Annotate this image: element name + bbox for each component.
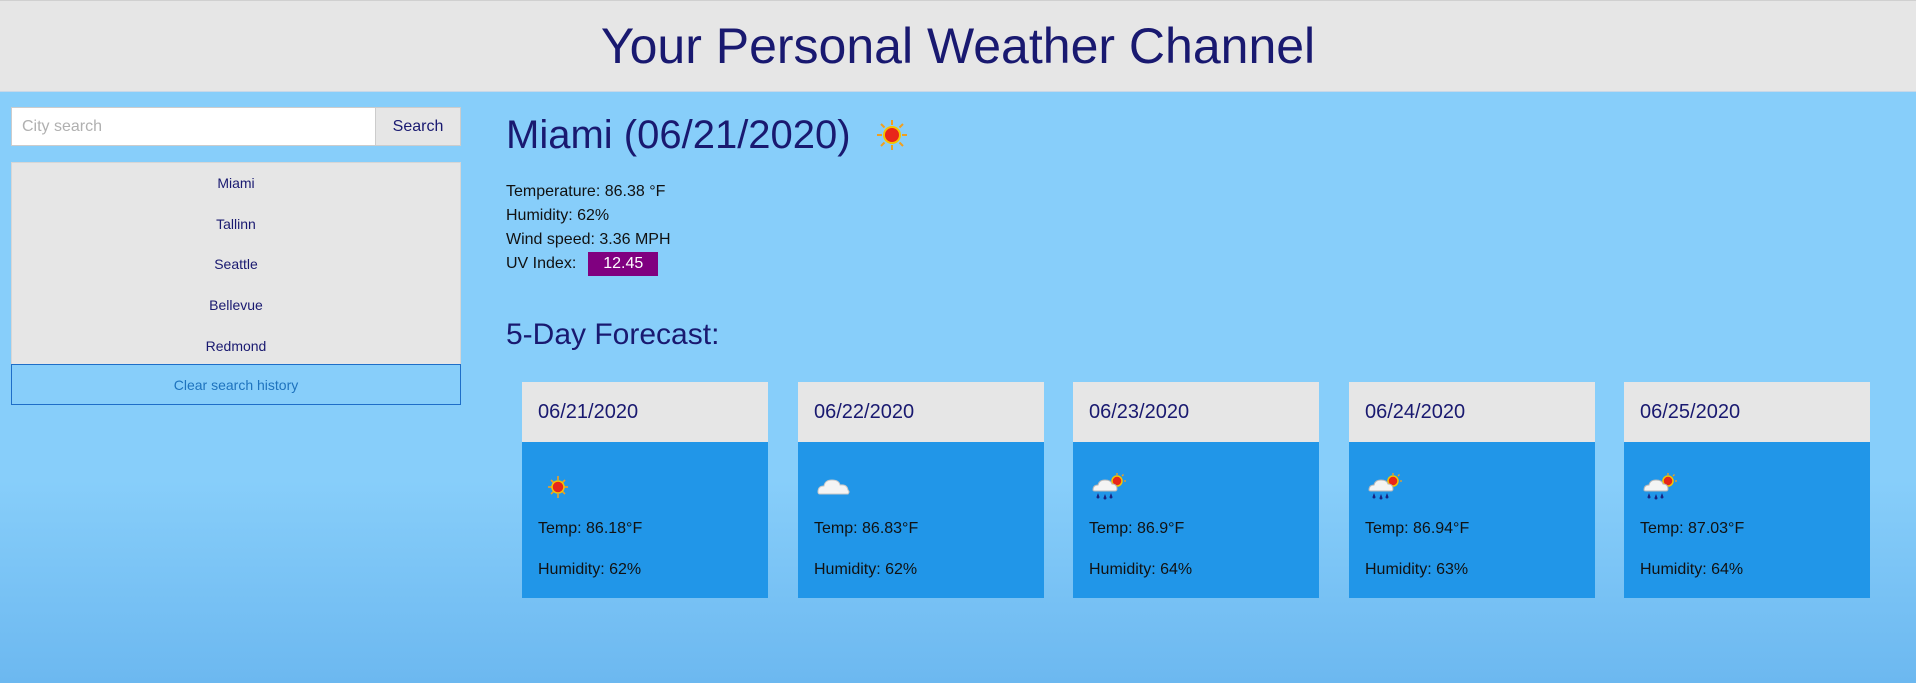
search-button[interactable]: Search <box>375 107 461 146</box>
temperature-text: Temperature: 86.38 °F <box>506 183 666 200</box>
rain-sun-icon <box>1092 473 1126 500</box>
city-heading-row: Miami (06/21/2020) <box>506 110 909 160</box>
forecast-temp: Temp: 86.94°F <box>1365 520 1470 537</box>
forecast-card: 06/22/2020 Temp: 86.83°F Humidity: 62% <box>798 382 1044 598</box>
forecast-humidity: Humidity: 62% <box>814 561 918 578</box>
forecast-date: 06/22/2020 <box>798 382 1044 442</box>
forecast-temp: Temp: 86.83°F <box>814 520 919 537</box>
sun-icon <box>876 120 907 150</box>
history-item-seattle[interactable]: Seattle <box>12 244 460 285</box>
current-details: Temperature: 86.38 °F Humidity: 62% Wind… <box>506 180 909 276</box>
history-item-miami[interactable]: Miami <box>12 163 460 204</box>
cloud-icon <box>817 479 850 495</box>
forecast-humidity: Humidity: 64% <box>1089 561 1193 578</box>
uv-index-row: UV Index: 12.45 <box>506 252 909 276</box>
search-input[interactable] <box>11 107 375 146</box>
forecast-title: 5-Day Forecast: <box>506 318 720 351</box>
forecast-card-body: Temp: 86.83°F Humidity: 62% <box>798 442 1044 598</box>
rain-sun-icon <box>1643 473 1677 500</box>
uv-index-label: UV Index: <box>506 255 577 272</box>
forecast-card-body: Temp: 86.18°F Humidity: 62% <box>522 442 768 598</box>
forecast-card-body: Temp: 87.03°F Humidity: 64% <box>1624 442 1870 598</box>
forecast-date: 06/23/2020 <box>1073 382 1319 442</box>
page-title: Your Personal Weather Channel <box>600 18 1316 74</box>
humidity-text: Humidity: 62% <box>506 207 610 224</box>
uv-index-badge: 12.45 <box>588 252 659 276</box>
forecast-temp: Temp: 86.9°F <box>1089 520 1185 537</box>
forecast-card: 06/21/2020 Temp: 86.18°F Humidity: 62% <box>522 382 768 598</box>
forecast-card-body: Temp: 86.9°F Humidity: 64% <box>1073 442 1319 598</box>
page-header: Your Personal Weather Channel <box>0 0 1916 92</box>
city-title: Miami (06/21/2020) <box>506 112 851 157</box>
forecast-card-body: Temp: 86.94°F Humidity: 63% <box>1349 442 1595 598</box>
history-item-redmond[interactable]: Redmond <box>12 325 460 366</box>
forecast-humidity: Humidity: 63% <box>1365 561 1469 578</box>
history-item-bellevue[interactable]: Bellevue <box>12 285 460 326</box>
forecast-humidity: Humidity: 62% <box>538 561 642 578</box>
sun-icon <box>548 476 568 498</box>
search-bar: Search <box>11 107 461 146</box>
forecast-date: 06/24/2020 <box>1349 382 1595 442</box>
current-weather: Miami (06/21/2020) Temperature: 86.38 °F… <box>506 110 909 276</box>
search-history-list: Miami Tallinn Seattle Bellevue Redmond <box>11 162 461 367</box>
forecast-temp: Temp: 86.18°F <box>538 520 643 537</box>
forecast-card: 06/25/2020 Temp: 87.03°F Humidity: 64% <box>1624 382 1870 598</box>
wind-speed-text: Wind speed: 3.36 MPH <box>506 231 671 248</box>
forecast-card: 06/23/2020 Temp: 86.9°F Humidity: 64% <box>1073 382 1319 598</box>
forecast-date: 06/21/2020 <box>522 382 768 442</box>
forecast-temp: Temp: 87.03°F <box>1640 520 1745 537</box>
forecast-humidity: Humidity: 64% <box>1640 561 1744 578</box>
rain-sun-icon <box>1368 473 1402 500</box>
clear-history-button[interactable]: Clear search history <box>11 364 461 405</box>
forecast-date: 06/25/2020 <box>1624 382 1870 442</box>
forecast-card: 06/24/2020 Temp: 86.94°F Humidity: 63% <box>1349 382 1595 598</box>
history-item-tallinn[interactable]: Tallinn <box>12 204 460 245</box>
